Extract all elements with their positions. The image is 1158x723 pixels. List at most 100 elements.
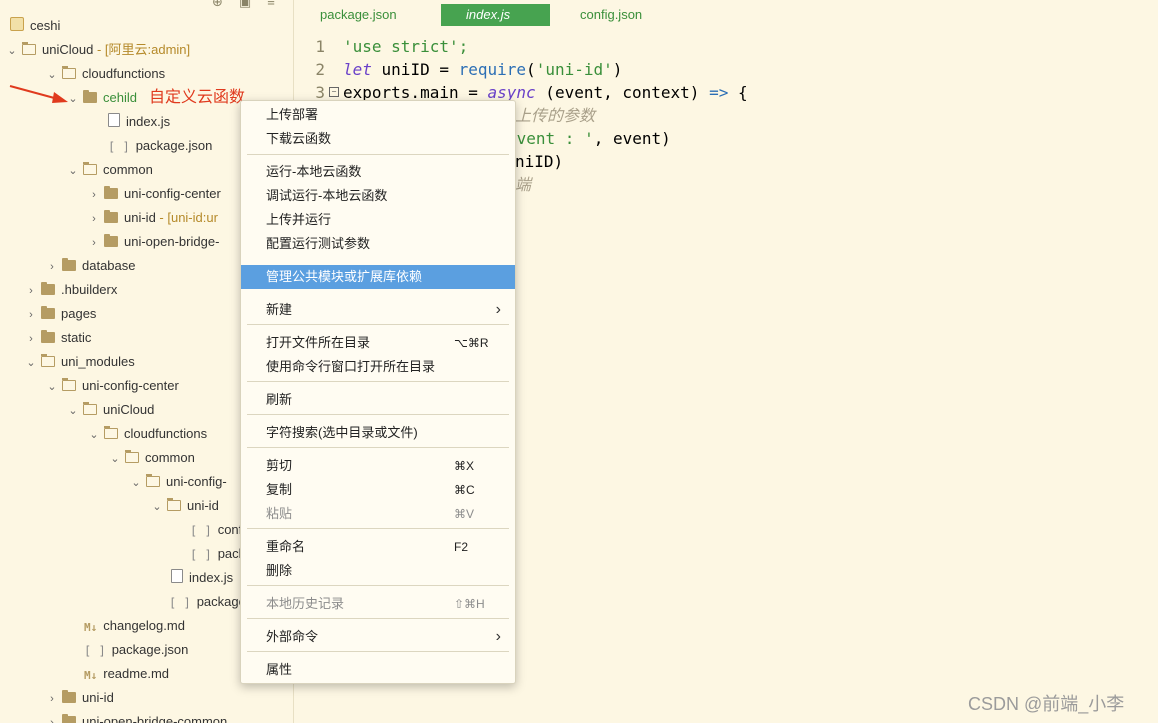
- chevron-right-icon[interactable]: ›: [25, 327, 37, 351]
- tree-item-package-json-module[interactable]: [ ] package.json: [80, 638, 188, 662]
- chevron-down-icon[interactable]: ⌄: [67, 159, 79, 183]
- tree-item-uni-open-bridge[interactable]: › uni-open-bridge-: [88, 230, 219, 254]
- chevron-down-icon[interactable]: ⌄: [109, 447, 121, 471]
- tree-item-package-json[interactable]: [ ] package.json: [104, 134, 212, 158]
- menu-item-rename[interactable]: 重命名 F2: [241, 535, 515, 559]
- tree-item-changelog[interactable]: M↓ changelog.md: [80, 614, 185, 638]
- json-file-icon: [ ]: [190, 548, 212, 562]
- tree-item-unicloud[interactable]: ⌄ uniCloud - [阿里云:admin]: [6, 38, 190, 62]
- tree-item-index-js[interactable]: index.js: [104, 110, 170, 134]
- tree-item-config-json[interactable]: [ ] confi: [186, 518, 245, 542]
- menu-item-search-text[interactable]: 字符搜索(选中目录或文件): [241, 421, 515, 445]
- tree-item-package-sub[interactable]: [ ] package: [165, 590, 246, 614]
- collapse-icon[interactable]: ▣: [239, 0, 251, 10]
- tree-item-hbuilderx[interactable]: › .hbuilderx: [25, 278, 117, 302]
- menu-item-new[interactable]: 新建 ›: [241, 298, 515, 322]
- tree-item-uni-id-sub[interactable]: ⌄ uni-id: [151, 494, 219, 518]
- menu-icon[interactable]: ≡: [267, 0, 275, 10]
- menu-item-copy[interactable]: 复制 ⌘C: [241, 478, 515, 502]
- menu-item-upload-run[interactable]: 上传并运行: [241, 208, 515, 232]
- folder-icon: [104, 234, 118, 247]
- menu-separator: [247, 324, 509, 325]
- tree-item-common-sub[interactable]: ⌄ common: [109, 446, 195, 470]
- tree-item-readme[interactable]: M↓ readme.md: [80, 662, 169, 686]
- chevron-right-icon: ›: [495, 628, 501, 645]
- chevron-right-icon[interactable]: ›: [46, 711, 58, 723]
- menu-item-upload-deploy[interactable]: 上传部署: [241, 103, 515, 127]
- tab-config-json[interactable]: config.json: [555, 4, 667, 26]
- code-line: 2 let uniID = require('uni-id'): [315, 60, 623, 79]
- tree-item-uni-open-bridge-common[interactable]: › uni-open-bridge-common: [46, 710, 227, 723]
- menu-item-cut[interactable]: 剪切 ⌘X: [241, 454, 515, 478]
- code-line: 端: [515, 175, 532, 194]
- tree-item-cloudfunctions[interactable]: ⌄ cloudfunctions: [46, 62, 165, 86]
- tree-item-uni-modules[interactable]: ⌄ uni_modules: [25, 350, 135, 374]
- explorer-toolbar: ⊕ ▣ ≡: [212, 0, 275, 10]
- tree-item-unicloud-sub[interactable]: ⌄ uniCloud: [67, 398, 154, 422]
- tree-item-common[interactable]: ⌄ common: [67, 158, 153, 182]
- chevron-down-icon[interactable]: ⌄: [46, 375, 58, 399]
- chevron-right-icon[interactable]: ›: [46, 687, 58, 711]
- tree-item-database[interactable]: › database: [46, 254, 136, 278]
- locate-icon[interactable]: ⊕: [212, 0, 223, 10]
- chevron-right-icon[interactable]: ›: [25, 303, 37, 327]
- annotation-label: 自定义云函数: [148, 89, 245, 106]
- menu-item-open-directory[interactable]: 打开文件所在目录 ⌥⌘R: [241, 331, 515, 355]
- code-line: 上传的参数: [515, 106, 596, 125]
- folder-icon: [41, 306, 55, 319]
- menu-item-manage-dependencies[interactable]: 管理公共模块或扩展库依赖: [241, 265, 515, 289]
- tree-item-uni-id[interactable]: › uni-id - [uni-id:ur: [88, 206, 218, 230]
- tree-item-package-json-sub[interactable]: [ ] pack: [186, 542, 245, 566]
- chevron-right-icon[interactable]: ›: [88, 207, 100, 231]
- tree-item-uni-config-sub[interactable]: ⌄ uni-config-: [130, 470, 227, 494]
- menu-separator: [247, 528, 509, 529]
- tree-item-uni-config-center[interactable]: › uni-config-center: [88, 182, 221, 206]
- code-line: event : ', event): [507, 129, 671, 148]
- tree-item-pages[interactable]: › pages: [25, 302, 96, 326]
- markdown-file-icon: M↓: [84, 621, 98, 634]
- folder-open-icon: [21, 41, 36, 55]
- chevron-right-icon: ›: [495, 301, 501, 318]
- chevron-down-icon[interactable]: ⌄: [88, 423, 100, 447]
- tree-item-ceshi[interactable]: ceshi: [6, 14, 60, 38]
- chevron-right-icon[interactable]: ›: [46, 255, 58, 279]
- menu-item-refresh[interactable]: 刷新: [241, 388, 515, 412]
- watermark: CSDN @前端_小李: [968, 694, 1125, 714]
- menu-item-config-test-params[interactable]: 配置运行测试参数: [241, 232, 515, 256]
- tree-item-cloudfunctions-sub[interactable]: ⌄ cloudfunctions: [88, 422, 207, 446]
- chevron-down-icon[interactable]: ⌄: [25, 351, 37, 375]
- fold-toggle-icon[interactable]: −: [329, 87, 339, 97]
- chevron-right-icon[interactable]: ›: [88, 183, 100, 207]
- menu-item-run-local[interactable]: 运行-本地云函数: [241, 160, 515, 184]
- chevron-right-icon[interactable]: ›: [25, 279, 37, 303]
- menu-item-properties[interactable]: 属性: [241, 658, 515, 682]
- menu-item-debug-local[interactable]: 调试运行-本地云函数: [241, 184, 515, 208]
- chevron-down-icon[interactable]: ⌄: [6, 39, 18, 63]
- json-file-icon: [ ]: [84, 644, 106, 658]
- chevron-right-icon[interactable]: ›: [88, 231, 100, 255]
- folder-icon: [62, 714, 76, 723]
- tree-item-cehild[interactable]: ⌄ cehild 自定义云函数: [67, 86, 245, 110]
- tree-item-uni-id-module[interactable]: › uni-id: [46, 686, 114, 710]
- menu-separator: [247, 381, 509, 382]
- chevron-down-icon[interactable]: ⌄: [130, 471, 142, 495]
- menu-item-paste[interactable]: 粘贴 ⌘V: [241, 502, 515, 526]
- menu-item-open-terminal[interactable]: 使用命令行窗口打开所在目录: [241, 355, 515, 379]
- menu-item-local-history[interactable]: 本地历史记录 ⇧⌘H: [241, 592, 515, 616]
- tab-index-js[interactable]: index.js: [441, 4, 550, 26]
- tree-item-index-js-sub[interactable]: index.js: [167, 566, 233, 590]
- folder-icon: [104, 210, 118, 223]
- menu-separator: [247, 651, 509, 652]
- tree-item-uni-config-center-module[interactable]: ⌄ uni-config-center: [46, 374, 179, 398]
- chevron-down-icon[interactable]: ⌄: [151, 495, 163, 519]
- menu-item-external-commands[interactable]: 外部命令 ›: [241, 625, 515, 649]
- json-file-icon: [ ]: [108, 140, 130, 154]
- folder-open-icon: [61, 65, 76, 79]
- menu-item-delete[interactable]: 删除: [241, 559, 515, 583]
- json-file-icon: [ ]: [169, 596, 191, 610]
- tree-item-static[interactable]: › static: [25, 326, 91, 350]
- markdown-file-icon: M↓: [84, 669, 98, 682]
- chevron-down-icon[interactable]: ⌄: [67, 399, 79, 423]
- tab-package-json[interactable]: package.json: [295, 4, 422, 26]
- menu-item-download-function[interactable]: 下载云函数: [241, 127, 515, 151]
